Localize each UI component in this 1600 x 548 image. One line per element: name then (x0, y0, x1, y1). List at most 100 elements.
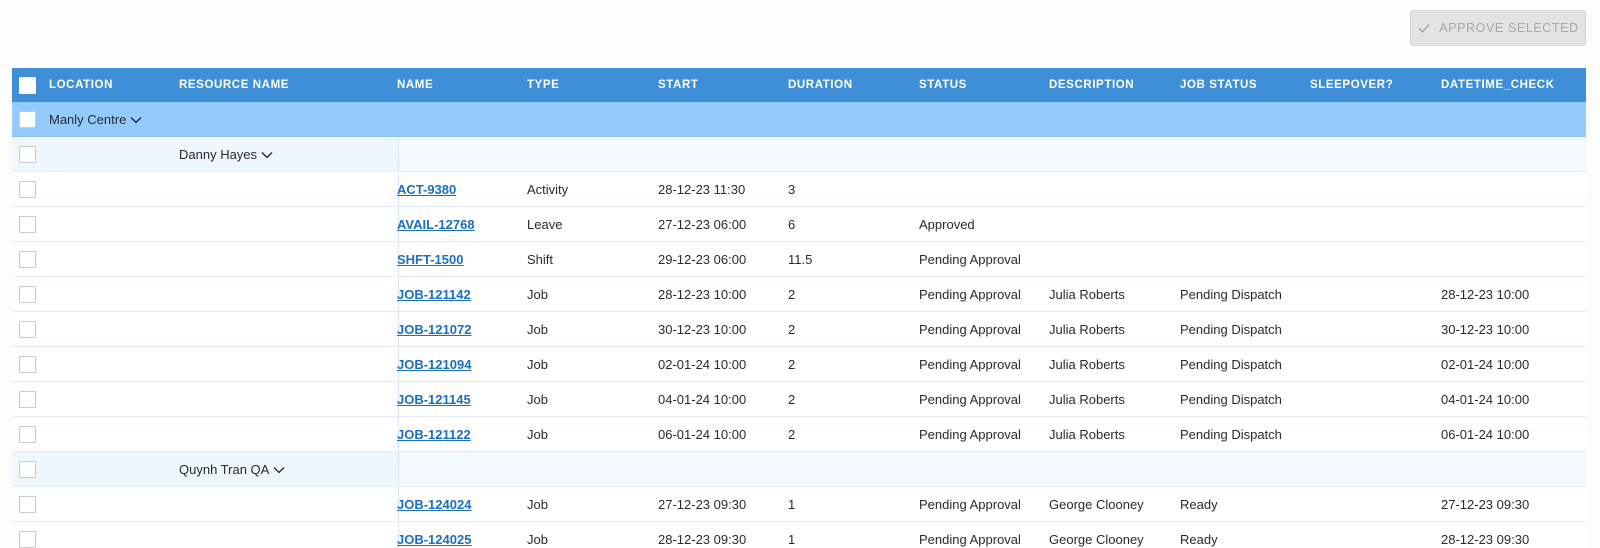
approve-selected-label: APPROVE SELECTED (1439, 21, 1579, 35)
type-cell: Job (527, 392, 548, 407)
table-row[interactable]: ACT-9380 Activity 28-12-23 11:30 3 (12, 172, 1586, 207)
row-checkbox[interactable] (19, 111, 36, 128)
table-row[interactable]: JOB-121145 Job 04-01-24 10:00 2 Pending … (12, 382, 1586, 417)
record-link[interactable]: JOB-121072 (397, 312, 471, 347)
datetime-check-cell: 04-01-24 10:00 (1441, 392, 1530, 407)
column-header-duration[interactable]: DURATION (788, 68, 853, 102)
resource-group-label: Quynh Tran QA (179, 462, 270, 477)
status-cell: Pending Approval (919, 427, 1021, 442)
row-checkbox[interactable] (19, 356, 36, 373)
description-cell: Julia Roberts (1049, 322, 1125, 337)
start-cell: 27-12-23 09:30 (658, 497, 747, 512)
row-checkbox[interactable] (19, 391, 36, 408)
record-link[interactable]: JOB-121145 (397, 382, 471, 417)
record-link[interactable]: AVAIL-12768 (397, 207, 475, 242)
record-link[interactable]: ACT-9380 (397, 172, 456, 207)
table-row[interactable]: AVAIL-12768 Leave 27-12-23 06:00 6 Appro… (12, 207, 1586, 242)
record-link[interactable]: SHFT-1500 (397, 242, 463, 277)
start-cell: 02-01-24 10:00 (658, 357, 747, 372)
record-link[interactable]: JOB-121122 (397, 417, 471, 452)
status-cell: Pending Approval (919, 497, 1021, 512)
type-cell: Activity (527, 182, 569, 197)
job-status-cell: Pending Dispatch (1180, 322, 1282, 337)
datetime-check-cell: 02-01-24 10:00 (1441, 357, 1530, 372)
start-cell: 06-01-24 10:00 (658, 427, 747, 442)
record-link[interactable]: JOB-121094 (397, 347, 471, 382)
column-header-status[interactable]: STATUS (919, 68, 967, 102)
column-header-type[interactable]: TYPE (527, 68, 559, 102)
duration-cell: 1 (788, 497, 796, 512)
chevron-down-icon (273, 466, 285, 473)
table-row[interactable]: JOB-121072 Job 30-12-23 10:00 2 Pending … (12, 312, 1586, 347)
select-all-checkbox[interactable] (19, 77, 36, 94)
row-checkbox[interactable] (19, 426, 36, 443)
row-checkbox[interactable] (19, 216, 36, 233)
table-row[interactable]: SHFT-1500 Shift 29-12-23 06:00 11.5 Pend… (12, 242, 1586, 277)
record-link[interactable]: JOB-121142 (397, 277, 471, 312)
row-checkbox[interactable] (19, 321, 36, 338)
job-status-cell: Pending Dispatch (1180, 287, 1282, 302)
column-header-location[interactable]: LOCATION (49, 68, 113, 102)
description-cell: George Clooney (1049, 532, 1144, 547)
table-row[interactable]: JOB-124024 Job 27-12-23 09:30 1 Pending … (12, 487, 1586, 522)
type-cell: Job (527, 532, 548, 547)
start-cell: 27-12-23 06:00 (658, 217, 747, 232)
column-header-sleepover[interactable]: SLEEPOVER? (1310, 68, 1393, 102)
row-checkbox[interactable] (19, 531, 36, 548)
location-group-toggle[interactable]: Manly Centre (49, 102, 142, 137)
status-cell: Pending Approval (919, 392, 1021, 407)
datetime-check-cell: 28-12-23 10:00 (1441, 287, 1530, 302)
status-cell: Pending Approval (919, 287, 1021, 302)
row-checkbox[interactable] (19, 146, 36, 163)
table-row[interactable]: JOB-121122 Job 06-01-24 10:00 2 Pending … (12, 417, 1586, 452)
type-cell: Job (527, 357, 548, 372)
table-row[interactable]: JOB-124025 Job 28-12-23 09:30 1 Pending … (12, 522, 1586, 548)
grid-header: LOCATION RESOURCE NAME NAME TYPE START D… (12, 68, 1586, 102)
description-cell: Julia Roberts (1049, 392, 1125, 407)
status-cell: Pending Approval (919, 532, 1021, 547)
column-header-name[interactable]: NAME (397, 68, 433, 102)
row-checkbox[interactable] (19, 286, 36, 303)
chevron-down-icon (261, 151, 273, 158)
job-status-cell: Ready (1180, 497, 1218, 512)
row-checkbox[interactable] (19, 181, 36, 198)
table-row[interactable]: JOB-121142 Job 28-12-23 10:00 2 Pending … (12, 277, 1586, 312)
row-checkbox[interactable] (19, 496, 36, 513)
row-checkbox[interactable] (19, 251, 36, 268)
duration-cell: 2 (788, 287, 796, 302)
column-header-datetime-check[interactable]: DATETIME_CHECK (1441, 68, 1555, 102)
column-header-description[interactable]: DESCRIPTION (1049, 68, 1134, 102)
description-cell: George Clooney (1049, 497, 1144, 512)
column-header-job-status[interactable]: JOB STATUS (1180, 68, 1257, 102)
status-cell: Pending Approval (919, 357, 1021, 372)
type-cell: Job (527, 287, 548, 302)
description-cell: Julia Roberts (1049, 287, 1125, 302)
description-cell: Julia Roberts (1049, 427, 1125, 442)
resource-group-row[interactable]: Danny Hayes (12, 137, 1586, 172)
job-status-cell: Pending Dispatch (1180, 427, 1282, 442)
row-checkbox[interactable] (19, 461, 36, 478)
type-cell: Job (527, 427, 548, 442)
duration-cell: 3 (788, 182, 796, 197)
resource-group-toggle[interactable]: Quynh Tran QA (179, 452, 285, 487)
job-status-cell: Pending Dispatch (1180, 357, 1282, 372)
start-cell: 28-12-23 10:00 (658, 287, 747, 302)
record-link[interactable]: JOB-124025 (397, 522, 471, 548)
duration-cell: 6 (788, 217, 796, 232)
location-group-row[interactable]: Manly Centre (12, 102, 1586, 137)
approve-selected-button[interactable]: APPROVE SELECTED (1410, 10, 1586, 46)
column-header-start[interactable]: START (658, 68, 698, 102)
table-row[interactable]: JOB-121094 Job 02-01-24 10:00 2 Pending … (12, 347, 1586, 382)
type-cell: Leave (527, 217, 563, 232)
description-cell: Julia Roberts (1049, 357, 1125, 372)
type-cell: Shift (527, 252, 554, 267)
datetime-check-cell: 30-12-23 10:00 (1441, 322, 1530, 337)
duration-cell: 2 (788, 392, 796, 407)
status-cell: Pending Approval (919, 252, 1021, 267)
resource-group-row[interactable]: Quynh Tran QA (12, 452, 1586, 487)
start-cell: 04-01-24 10:00 (658, 392, 747, 407)
resource-group-toggle[interactable]: Danny Hayes (179, 137, 273, 172)
status-cell: Approved (919, 217, 975, 232)
column-header-resource-name[interactable]: RESOURCE NAME (179, 68, 289, 102)
record-link[interactable]: JOB-124024 (397, 487, 471, 522)
